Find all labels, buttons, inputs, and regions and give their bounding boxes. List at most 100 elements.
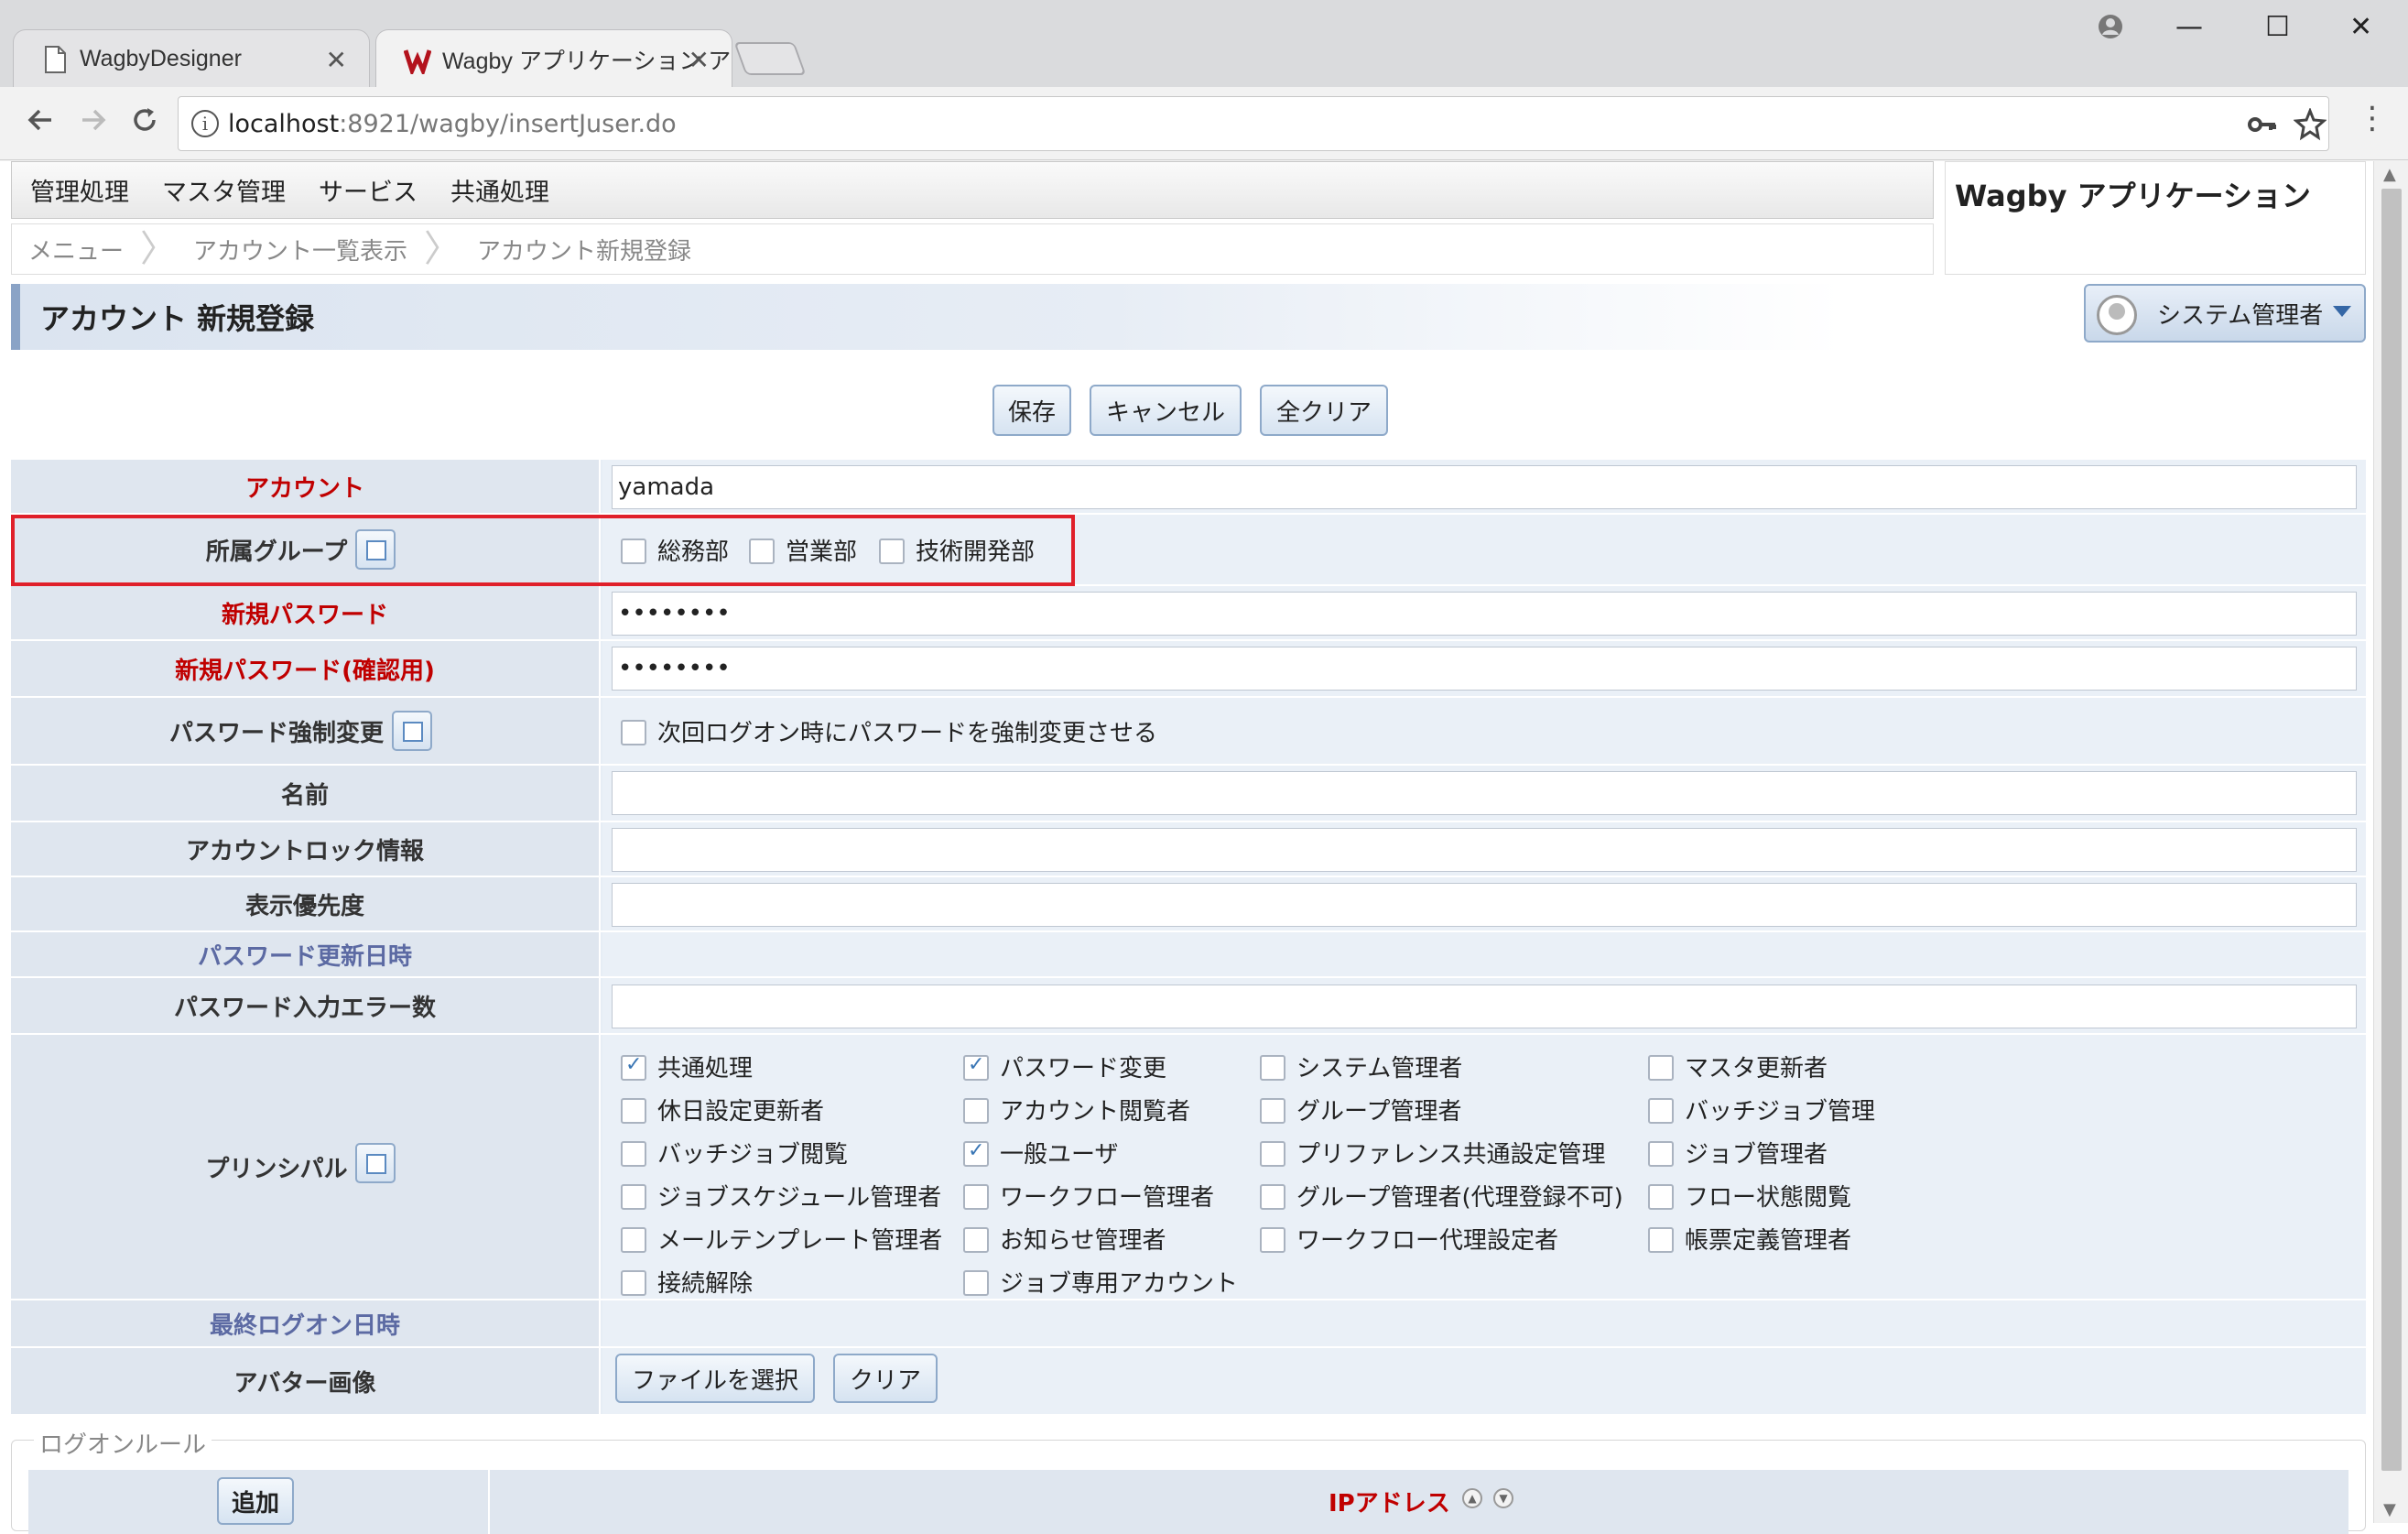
sort-down-icon[interactable]: ▼ <box>1493 1488 1513 1508</box>
principal-checkbox[interactable] <box>1648 1055 1674 1081</box>
principal-checkbox[interactable] <box>621 1098 646 1124</box>
ip-address-column-header: IPアドレス <box>1329 1490 1450 1518</box>
principal-checkbox[interactable] <box>1260 1184 1285 1210</box>
page-scrollbar[interactable]: ▲ ▼ <box>2373 161 2408 1523</box>
page-title: アカウント 新規登録 <box>11 284 1842 350</box>
principal-checkbox[interactable] <box>621 1270 646 1296</box>
user-menu-button[interactable]: システム管理者 <box>2084 284 2366 343</box>
label-new-password-confirm: 新規パスワード(確認用) <box>11 641 601 696</box>
principal-label: グループ管理者 <box>1296 1098 1462 1126</box>
row-principal: プリンシパル 共通処理 パスワード変更 システム管理者 マスタ更新者休日設定更新者 アカ… <box>11 1035 2366 1300</box>
chevron-down-icon <box>2333 306 2351 317</box>
principal-checkbox[interactable] <box>1648 1184 1674 1210</box>
label-password-updated: パスワード更新日時 <box>11 932 601 976</box>
display-priority-input[interactable] <box>612 883 2357 927</box>
label-lock-info: アカウントロック情報 <box>11 822 601 876</box>
add-logon-rule-button[interactable]: 追加 <box>217 1477 294 1525</box>
label-display-priority: 表示優先度 <box>11 877 601 930</box>
forward-icon[interactable] <box>77 103 110 136</box>
principal-checkbox[interactable] <box>963 1053 989 1081</box>
breadcrumb-account-list[interactable]: アカウント一覧表示 <box>177 233 424 267</box>
clear-all-button[interactable]: 全クリア <box>1260 385 1388 436</box>
address-bar[interactable]: i localhost:8921/wagby/insertJuser.do <box>178 96 2329 151</box>
row-new-password-confirm: 新規パスワード(確認用) •••••••• <box>11 641 2366 698</box>
page-icon <box>45 46 66 73</box>
info-icon[interactable]: i <box>191 110 219 137</box>
principal-label: システム管理者 <box>1296 1055 1463 1083</box>
checkbox-toggle-icon[interactable] <box>392 711 432 751</box>
back-icon[interactable] <box>24 103 57 136</box>
principal-checkbox[interactable] <box>1648 1141 1674 1167</box>
menu-item-service[interactable]: サービス <box>319 172 418 208</box>
row-name: 名前 <box>11 766 2366 822</box>
row-display-priority: 表示優先度 <box>11 877 2366 932</box>
browser-menu-icon[interactable]: ⋮ <box>2357 100 2388 136</box>
principal-checkbox[interactable] <box>1260 1141 1285 1167</box>
new-password-confirm-input[interactable]: •••••••• <box>612 647 2357 691</box>
breadcrumb-separator-icon: 〉 <box>140 228 178 270</box>
name-input[interactable] <box>612 771 2357 815</box>
row-avatar: アバター画像 ファイルを選択 クリア <box>11 1348 2366 1416</box>
tab-title: WagbyDesigner <box>80 46 242 71</box>
key-icon[interactable] <box>2246 108 2279 141</box>
principal-checkbox[interactable] <box>621 1053 646 1081</box>
principal-checkbox[interactable] <box>963 1227 989 1253</box>
checkbox-toggle-icon[interactable] <box>355 1143 396 1183</box>
save-button[interactable]: 保存 <box>992 385 1071 436</box>
highlight-annotation <box>11 515 1075 586</box>
principal-checkbox[interactable] <box>963 1270 989 1296</box>
force-change-checkbox[interactable] <box>621 720 646 745</box>
maximize-button[interactable]: ☐ <box>2265 11 2290 43</box>
app-title: Wagby アプリケーション <box>1945 161 2366 275</box>
principal-checkbox[interactable] <box>621 1227 646 1253</box>
principal-checkbox[interactable] <box>621 1141 646 1167</box>
principal-checkbox-grid: 共通処理パスワード変更システム管理者マスタ更新者休日設定更新者アカウント閲覧者グ… <box>602 1035 2366 1299</box>
url-path: :8921/wagby/insertJuser.do <box>339 109 677 138</box>
principal-checkbox[interactable] <box>1260 1098 1285 1124</box>
cancel-button[interactable]: キャンセル <box>1090 385 1242 436</box>
close-tab-icon[interactable]: ✕ <box>326 45 347 75</box>
close-window-button[interactable]: ✕ <box>2349 11 2372 43</box>
logon-rule-header <box>28 1470 2348 1534</box>
choose-file-button[interactable]: ファイルを選択 <box>615 1354 815 1403</box>
principal-checkbox[interactable] <box>1260 1055 1285 1081</box>
tab-bar: WagbyDesigner ✕ Wagby アプリケーション ア ✕ — ☐ ✕ <box>0 0 2408 88</box>
row-password-updated: パスワード更新日時 <box>11 932 2366 978</box>
menu-item-master[interactable]: マスタ管理 <box>162 172 286 208</box>
row-force-change: パスワード強制変更 次回ログオン時にパスワードを強制変更させる <box>11 698 2366 766</box>
password-errors-input[interactable] <box>612 985 2357 1028</box>
clear-avatar-button[interactable]: クリア <box>833 1354 938 1403</box>
logon-rule-legend: ログオンルール <box>34 1426 212 1460</box>
principal-checkbox[interactable] <box>1648 1098 1674 1124</box>
tab-wagby-designer[interactable]: WagbyDesigner ✕ <box>13 29 370 88</box>
close-tab-icon[interactable]: ✕ <box>689 45 710 75</box>
principal-label: パスワード変更 <box>1000 1055 1167 1083</box>
user-avatar-icon <box>2097 295 2137 335</box>
scroll-down-icon[interactable]: ▼ <box>2383 1500 2396 1519</box>
minimize-button[interactable]: — <box>2175 11 2203 43</box>
new-tab-button[interactable] <box>733 42 807 75</box>
principal-checkbox[interactable] <box>963 1139 989 1167</box>
scrollbar-thumb[interactable] <box>2381 189 2402 1471</box>
breadcrumb-menu[interactable]: メニュー <box>12 233 140 267</box>
principal-checkbox[interactable] <box>1648 1227 1674 1253</box>
scroll-up-icon[interactable]: ▲ <box>2383 165 2396 184</box>
principal-checkbox[interactable] <box>1260 1227 1285 1253</box>
principal-checkbox[interactable] <box>621 1184 646 1210</box>
breadcrumb-account-new: アカウント新規登録 <box>477 237 692 266</box>
tab-wagby-application[interactable]: Wagby アプリケーション ア ✕ <box>375 29 732 88</box>
menu-item-admin[interactable]: 管理処理 <box>30 172 129 208</box>
account-input[interactable]: yamada <box>612 465 2357 509</box>
principal-checkbox[interactable] <box>963 1184 989 1210</box>
label-password-errors: パスワード入力エラー数 <box>11 978 601 1033</box>
bookmark-star-icon[interactable] <box>2294 108 2327 141</box>
profile-icon[interactable] <box>2097 13 2124 40</box>
principal-checkbox[interactable] <box>963 1098 989 1124</box>
sort-up-icon[interactable]: ▲ <box>1462 1488 1482 1508</box>
new-password-input[interactable]: •••••••• <box>612 592 2357 636</box>
label-principal: プリンシパル <box>205 1155 348 1183</box>
row-new-password: 新規パスワード •••••••• <box>11 586 2366 641</box>
reload-icon[interactable] <box>128 103 161 136</box>
lock-info-input[interactable] <box>612 828 2357 872</box>
menu-item-common[interactable]: 共通処理 <box>450 172 549 208</box>
